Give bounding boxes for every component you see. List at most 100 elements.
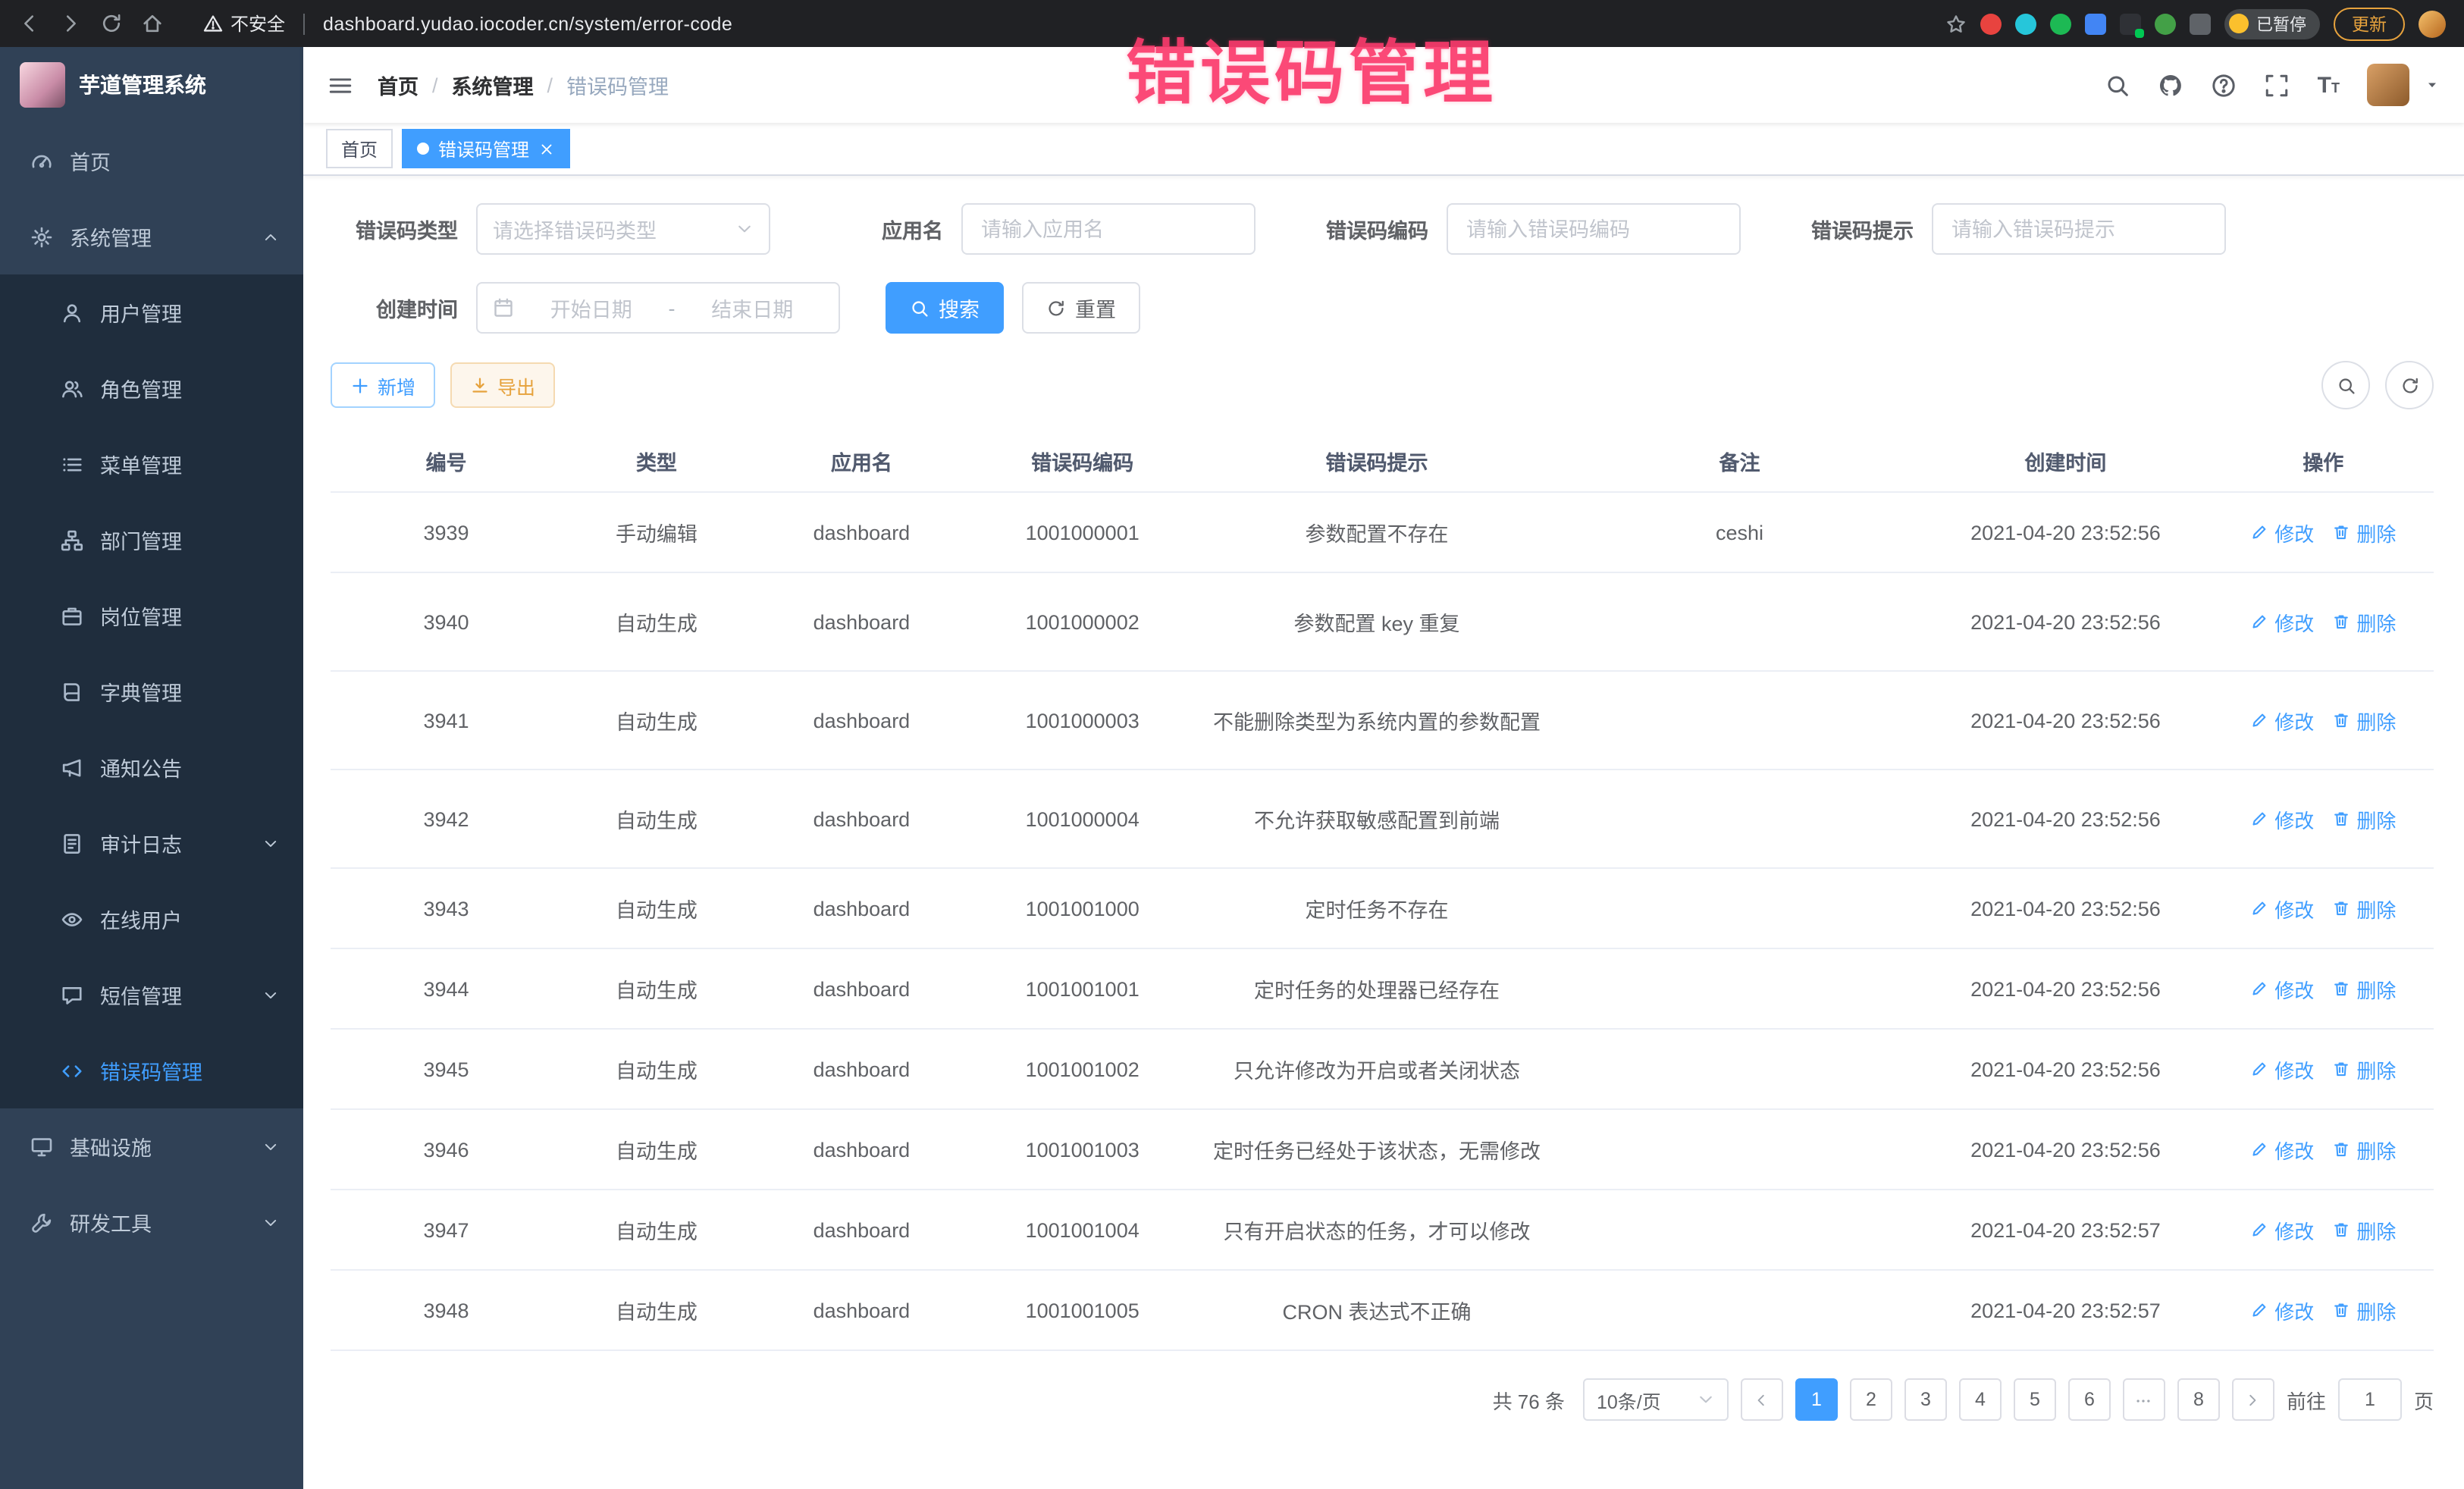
extensions-pin-icon[interactable] [2190,13,2211,34]
pager-page-1[interactable]: 1 [1795,1378,1838,1421]
user-avatar[interactable] [2367,64,2409,106]
app-logo[interactable]: 芋道管理系统 [0,47,303,123]
edit-label: 修改 [2274,804,2314,833]
extension-icon[interactable] [2050,13,2071,34]
pager-page-6[interactable]: 6 [2068,1378,2111,1421]
sidebar-item-role[interactable]: 角色管理 [0,350,303,426]
delete-link[interactable]: 删除 [2332,1055,2396,1083]
cell-type: 手动编辑 [562,492,751,572]
delete-link[interactable]: 删除 [2332,1296,2396,1324]
extension-icon[interactable] [1980,13,2002,34]
pager-page-3[interactable]: 3 [1904,1378,1947,1421]
edit-link[interactable]: 修改 [2250,1135,2314,1164]
pager-page-2[interactable]: 2 [1850,1378,1892,1421]
refresh-table-button[interactable] [2385,361,2434,409]
browser-profile-avatar[interactable] [2419,10,2446,37]
tab-active[interactable]: 错误码管理 [402,129,570,168]
error-code-input[interactable] [1447,203,1741,255]
edit-link[interactable]: 修改 [2250,974,2314,1003]
security-chip[interactable]: 不安全 [203,11,285,36]
active-dot-icon [417,143,429,155]
edit-label: 修改 [2274,1055,2314,1083]
delete-link[interactable]: 删除 [2332,518,2396,547]
extension-icon[interactable] [2015,13,2036,34]
pager-page-8[interactable]: 8 [2177,1378,2220,1421]
tab-item[interactable]: 首页 [326,129,393,168]
app-name-input[interactable] [961,203,1256,255]
pager-page-4[interactable]: 4 [1959,1378,2002,1421]
edit-link[interactable]: 修改 [2250,706,2314,735]
date-range-picker[interactable]: 开始日期 - 结束日期 [476,282,840,334]
sidebar-item-error-code[interactable]: 错误码管理 [0,1033,303,1108]
cell-actions: 修改删除 [2213,492,2434,572]
edit-link[interactable]: 修改 [2250,804,2314,833]
sidebar-item-online-user[interactable]: 在线用户 [0,881,303,957]
sidebar-item-system[interactable]: 系统管理 [0,199,303,274]
reload-icon[interactable] [100,12,123,35]
breadcrumb-item[interactable]: 首页 [378,70,419,100]
sidebar-item-dept[interactable]: 部门管理 [0,502,303,578]
delete-link[interactable]: 删除 [2332,706,2396,735]
goto-page-input[interactable] [2338,1378,2402,1421]
help-icon[interactable] [2212,72,2237,98]
forward-icon[interactable] [59,12,82,35]
close-icon[interactable] [538,140,555,157]
extension-icon[interactable] [2120,13,2141,34]
pager-prev-button[interactable] [1741,1378,1783,1421]
delete-link[interactable]: 删除 [2332,607,2396,636]
delete-link[interactable]: 删除 [2332,1135,2396,1164]
cell-time: 2021-04-20 23:52:56 [1918,770,2212,868]
fullscreen-icon[interactable] [2265,72,2290,98]
sidebar-item-dict[interactable]: 字典管理 [0,654,303,729]
page-size-select[interactable]: 10条/页 [1583,1378,1729,1421]
sidebar-item-dev-tools[interactable]: 研发工具 [0,1184,303,1260]
sidebar-item-user[interactable]: 用户管理 [0,274,303,350]
error-hint-input[interactable] [1932,203,2226,255]
delete-link[interactable]: 删除 [2332,804,2396,833]
hamburger-icon[interactable] [328,72,353,98]
text-size-icon[interactable]: TT [2318,74,2340,96]
edit-link[interactable]: 修改 [2250,607,2314,636]
sidebar-item-audit-log[interactable]: 审计日志 [0,805,303,881]
paused-badge[interactable]: 已暂停 [2224,8,2320,39]
delete-link[interactable]: 删除 [2332,894,2396,923]
sidebar-item-post[interactable]: 岗位管理 [0,578,303,654]
edit-link[interactable]: 修改 [2250,894,2314,923]
cell-time: 2021-04-20 23:52:56 [1918,671,2212,770]
pager-next-button[interactable] [2232,1378,2274,1421]
caret-down-icon[interactable] [2425,77,2440,92]
edit-link[interactable]: 修改 [2250,1296,2314,1324]
breadcrumb: 首页/系统管理/错误码管理 [378,70,669,100]
error-type-select[interactable]: 请选择错误码类型 [476,203,770,255]
sidebar-item-home[interactable]: 首页 [0,123,303,199]
sidebar-item-infra[interactable]: 基础设施 [0,1108,303,1184]
back-icon[interactable] [18,12,41,35]
search-icon[interactable] [2105,72,2131,98]
add-button[interactable]: 新增 [331,362,435,408]
update-button[interactable]: 更新 [2334,7,2405,40]
delete-link[interactable]: 删除 [2332,1215,2396,1244]
table-row: 3945自动生成dashboard1001001002只允许修改为开启或者关闭状… [331,1029,2434,1109]
extension-icon[interactable] [2155,13,2176,34]
export-button[interactable]: 导出 [450,362,555,408]
reset-button[interactable]: 重置 [1022,282,1140,334]
delete-label: 删除 [2356,1055,2396,1083]
edit-link[interactable]: 修改 [2250,518,2314,547]
github-icon[interactable] [2158,72,2184,98]
sidebar-item-sms[interactable]: 短信管理 [0,957,303,1033]
search-button[interactable]: 搜索 [886,282,1004,334]
extension-icon[interactable] [2085,13,2106,34]
filter-hint-label: 错误码提示 [1786,214,1932,244]
toggle-search-button[interactable] [2321,361,2370,409]
address-url[interactable]: dashboard.yudao.iocoder.cn/system/error-… [323,13,732,34]
sidebar-item-menu[interactable]: 菜单管理 [0,426,303,502]
pager-page-5[interactable]: 5 [2014,1378,2056,1421]
edit-link[interactable]: 修改 [2250,1055,2314,1083]
home-icon[interactable] [141,12,164,35]
breadcrumb-item[interactable]: 系统管理 [452,70,534,100]
sidebar-item-notice[interactable]: 通知公告 [0,729,303,805]
edit-link[interactable]: 修改 [2250,1215,2314,1244]
pager-more-button[interactable] [2123,1378,2165,1421]
delete-link[interactable]: 删除 [2332,974,2396,1003]
bookmark-star-icon[interactable] [1945,13,1967,34]
